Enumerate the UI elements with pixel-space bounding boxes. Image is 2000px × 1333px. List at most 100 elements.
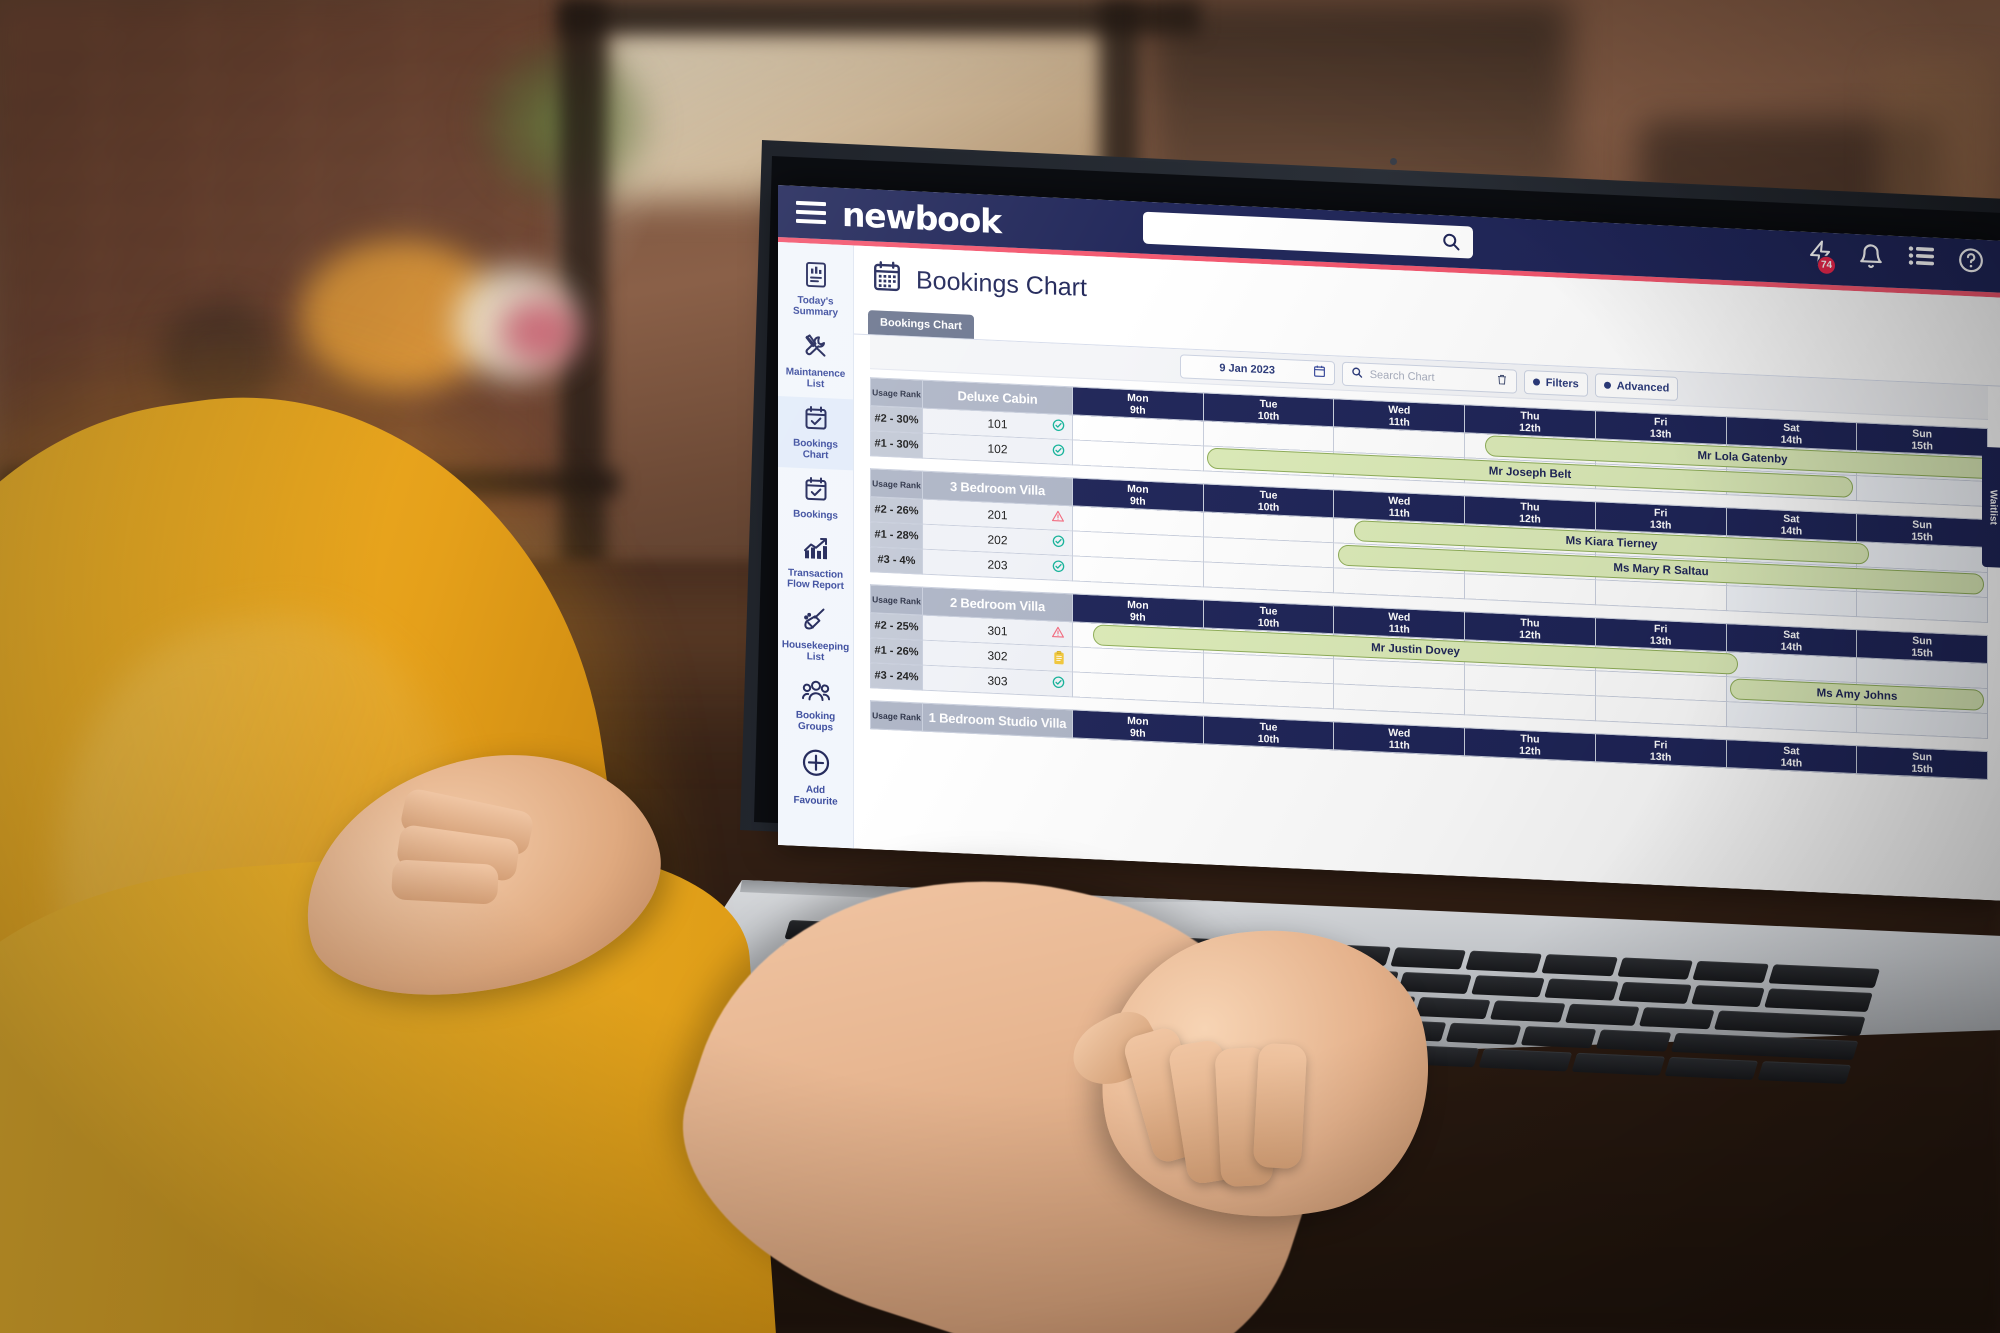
keyboard-key[interactable] <box>1691 985 1766 1008</box>
keyboard-key[interactable] <box>1489 1000 1566 1023</box>
search-icon <box>1443 233 1460 251</box>
date-picker-value: 9 Jan 2023 <box>1219 361 1276 377</box>
site-number: 301 <box>987 623 1008 639</box>
day-cell-6[interactable] <box>1856 475 1988 507</box>
keyboard-key[interactable] <box>1713 1010 1866 1037</box>
keyboard-key[interactable] <box>1639 1007 1715 1030</box>
hamburger-icon[interactable] <box>796 200 826 225</box>
site-number: 202 <box>987 532 1008 548</box>
keyboard-key[interactable] <box>1397 971 1472 995</box>
sidebar-item-label: Bookings <box>793 508 838 522</box>
sidebar-item-label-2: List <box>806 378 825 391</box>
date-picker[interactable]: 9 Jan 2023 <box>1179 353 1335 385</box>
keyboard-key[interactable] <box>1415 997 1491 1020</box>
bell-icon[interactable] <box>1858 242 1886 273</box>
keyboard-key[interactable] <box>1595 1029 1672 1052</box>
day-cell-6[interactable] <box>1856 707 1988 739</box>
filters-button[interactable]: Filters <box>1523 369 1588 397</box>
day-cell-0[interactable] <box>1072 439 1204 471</box>
keyboard-key[interactable] <box>1617 981 1692 1004</box>
keyboard-key[interactable] <box>1521 1026 1597 1049</box>
day-cell-3[interactable] <box>1464 573 1596 605</box>
day-header-1: Tue 10th <box>1203 715 1334 750</box>
keyboard-key[interactable] <box>1764 988 1873 1013</box>
day-cell-1[interactable] <box>1203 677 1334 709</box>
global-search-input[interactable] <box>1153 212 1443 258</box>
day-header-4: Fri 13th <box>1595 733 1727 768</box>
site-status-icon[interactable] <box>1052 534 1065 553</box>
tab-bookings-chart[interactable]: Bookings Chart <box>868 310 974 339</box>
calendar-check-icon <box>804 405 828 436</box>
day-cell-0[interactable] <box>1072 671 1204 703</box>
day-cell-2[interactable] <box>1333 567 1465 599</box>
report-document-icon <box>804 261 828 293</box>
search-chart-placeholder: Search Chart <box>1369 368 1435 384</box>
sidebar-item-label-2: List <box>806 651 825 664</box>
day-header-3: Thu 12th <box>1464 727 1596 762</box>
search-chart-input[interactable]: Search Chart <box>1341 361 1517 394</box>
keyboard-key[interactable] <box>1670 1032 1859 1061</box>
day-cell-0[interactable] <box>1072 555 1204 587</box>
day-cell-5[interactable] <box>1726 701 1857 733</box>
lightning-bolt-icon[interactable]: 74 <box>1808 240 1836 276</box>
site-status-icon[interactable] <box>1052 675 1065 694</box>
site-status-icon[interactable] <box>1052 559 1065 578</box>
usage-rank-header: Usage Rank <box>870 584 923 616</box>
sidebar-item-maintanence-list[interactable]: Maintanence List <box>778 324 853 399</box>
sidebar-item-label: Add <box>805 784 826 797</box>
site-status-icon[interactable] <box>1051 625 1065 644</box>
people-group-icon <box>801 678 830 708</box>
sidebar-item-label-2: Flow Report <box>787 578 844 592</box>
plus-circle-icon <box>802 748 830 782</box>
site-status-icon[interactable] <box>1053 651 1065 671</box>
day-cell-4[interactable] <box>1595 579 1727 611</box>
tools-icon <box>803 333 829 365</box>
list-icon[interactable] <box>1908 244 1936 275</box>
keyboard-key[interactable] <box>1571 1052 1666 1076</box>
sidebar-item-bookings-chart[interactable]: Bookings Chart <box>778 396 853 471</box>
waitlist-tab[interactable]: Waitlist <box>1982 446 2000 568</box>
status-ok-icon <box>1052 560 1065 573</box>
advanced-label: Advanced <box>1616 379 1670 395</box>
keyboard-key[interactable] <box>1471 975 1546 998</box>
keyboard-key[interactable] <box>1664 1056 1759 1080</box>
laptop-screen: newbook 74 Today's Summary Maintanence L… <box>778 185 2000 901</box>
sidebar-item-housekeeping-list[interactable]: Housekeeping List <box>778 597 853 672</box>
sidebar-item-todays-summary[interactable]: Today's Summary <box>778 252 853 327</box>
keyboard-key[interactable] <box>1478 1048 1573 1072</box>
notification-badge: 74 <box>1817 255 1836 276</box>
keyboard-key[interactable] <box>1757 1061 1852 1085</box>
calendar-icon-small <box>1313 364 1326 381</box>
help-circle-icon[interactable] <box>1958 247 1986 278</box>
day-cell-3[interactable] <box>1464 689 1596 721</box>
day-cell-2[interactable] <box>1333 683 1465 715</box>
bell-glyph <box>1860 244 1882 269</box>
global-search[interactable] <box>1143 211 1473 259</box>
keyboard-key[interactable] <box>1541 954 1618 977</box>
site-number: 302 <box>987 648 1008 664</box>
keyboard-key[interactable] <box>1389 947 1467 970</box>
day-cell-4[interactable] <box>1595 695 1727 727</box>
keyboard-key[interactable] <box>1544 978 1619 1001</box>
day-cell-6[interactable] <box>1856 591 1988 623</box>
keyboard-key[interactable] <box>1692 960 1769 984</box>
sidebar-item-add-favourite[interactable]: Add Favourite <box>778 739 853 816</box>
keyboard-key[interactable] <box>1616 957 1694 980</box>
sidebar: Today's Summary Maintanence List Booking… <box>778 242 854 849</box>
day-cell-1[interactable] <box>1203 561 1334 593</box>
advanced-button[interactable]: Advanced <box>1594 372 1679 401</box>
keyboard-key[interactable] <box>1465 950 1542 973</box>
sidebar-item-transaction-flow-report[interactable]: Transaction Flow Report <box>778 527 853 600</box>
sidebar-item-bookings[interactable]: Bookings <box>778 467 853 530</box>
keyboard-key[interactable] <box>1768 964 1880 989</box>
sidebar-item-booking-groups[interactable]: Booking Groups <box>778 669 853 742</box>
trash-icon[interactable] <box>1496 372 1508 389</box>
site-status-icon[interactable] <box>1051 509 1065 528</box>
status-warning-icon <box>1052 510 1064 522</box>
site-status-icon[interactable] <box>1052 418 1065 437</box>
site-status-icon[interactable] <box>1052 443 1065 462</box>
keyboard-key[interactable] <box>1564 1003 1640 1026</box>
keyboard-key[interactable] <box>1446 1022 1522 1045</box>
day-cell-5[interactable] <box>1726 585 1857 617</box>
header-icon-group: 74 <box>1808 240 1986 278</box>
